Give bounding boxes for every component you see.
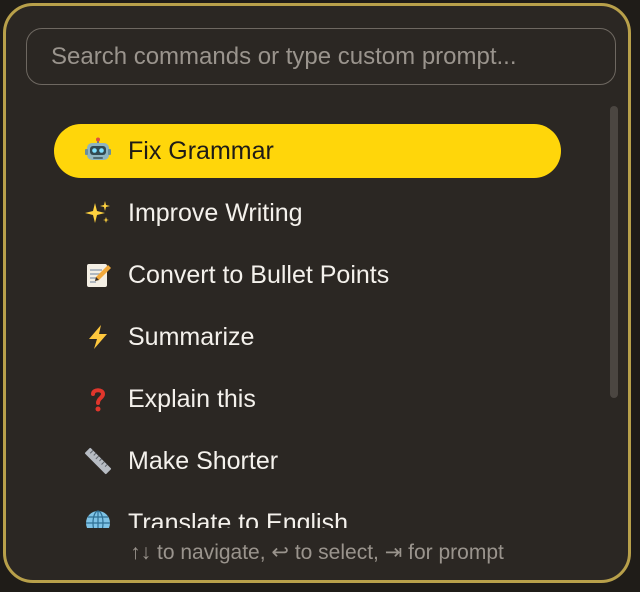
command-label: Convert to Bullet Points: [128, 260, 390, 289]
command-label: Explain this: [128, 384, 256, 413]
lightning-icon: [84, 323, 112, 351]
search-input[interactable]: [26, 28, 616, 85]
command-translate-to-english[interactable]: Translate to English: [54, 496, 561, 528]
command-label: Fix Grammar: [128, 136, 274, 165]
command-fix-grammar[interactable]: Fix Grammar: [54, 124, 561, 178]
command-convert-to-bullet-points[interactable]: Convert to Bullet Points: [54, 248, 561, 302]
command-explain-this[interactable]: Explain this: [54, 372, 561, 426]
keyboard-hint: ↑↓ to navigate, ↩ to select, ⇥ for promp…: [130, 541, 504, 564]
command-label: Summarize: [128, 322, 255, 351]
scrollbar[interactable]: [610, 106, 618, 398]
memo-icon: [84, 261, 112, 289]
robot-icon: [84, 137, 112, 165]
command-palette: Fix Grammar Improve Writing: [3, 3, 631, 583]
command-label: Make Shorter: [128, 446, 279, 475]
command-improve-writing[interactable]: Improve Writing: [54, 186, 561, 240]
question-mark-icon: [84, 385, 112, 413]
command-label: Translate to English: [128, 508, 349, 529]
sparkles-icon: [84, 199, 112, 227]
globe-icon: [84, 509, 112, 528]
command-summarize[interactable]: Summarize: [54, 310, 561, 364]
command-make-shorter[interactable]: Make Shorter: [54, 434, 561, 488]
ruler-icon: [84, 447, 112, 475]
command-label: Improve Writing: [128, 198, 303, 227]
command-list: Fix Grammar Improve Writing Convert to B…: [54, 122, 564, 528]
